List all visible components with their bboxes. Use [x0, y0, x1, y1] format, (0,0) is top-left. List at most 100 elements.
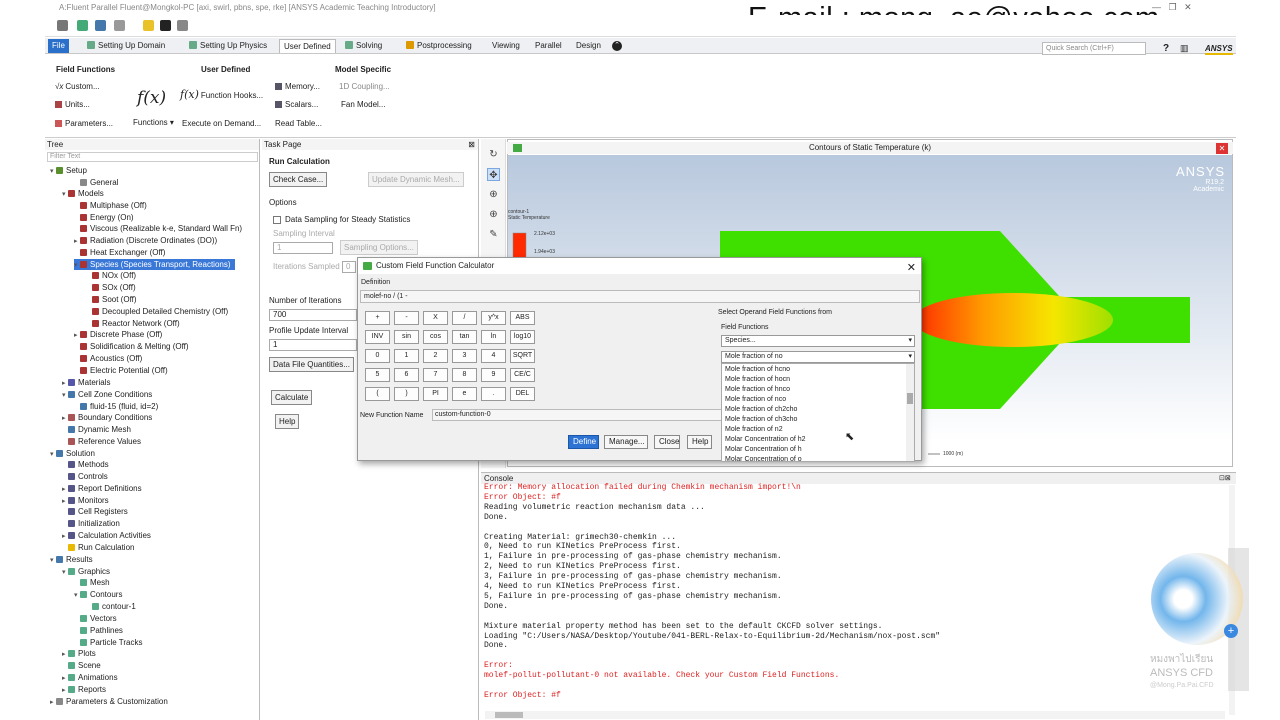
calc-key[interactable]: 1 [394, 349, 419, 363]
data-file-quantities-button[interactable]: Data File Quantities... [269, 357, 354, 372]
tab-file[interactable]: File [48, 39, 69, 53]
tab-setting-up-domain[interactable]: Setting Up Domain [83, 39, 169, 53]
sampling-options-button[interactable]: Sampling Options... [340, 240, 418, 255]
tree-node[interactable]: Viscous (Realizable k-e, Standard Wall F… [74, 223, 242, 234]
dialog-close-icon[interactable]: ✕ [907, 260, 916, 276]
calc-key[interactable]: CE/C [510, 368, 535, 382]
settings-icon[interactable] [177, 20, 188, 31]
listbox-scrollbar[interactable] [906, 364, 914, 461]
collapse-ribbon-icon[interactable]: ⌃ [612, 41, 622, 51]
define-button[interactable]: Define [568, 435, 599, 449]
pan-icon[interactable]: ✥ [487, 168, 500, 181]
calc-key[interactable]: ln [481, 330, 506, 344]
calc-key[interactable]: 0 [365, 349, 390, 363]
calc-key[interactable]: X [423, 311, 448, 325]
tab-postprocessing[interactable]: Postprocessing [402, 39, 476, 53]
calc-key[interactable]: 5 [365, 368, 390, 382]
calc-key[interactable]: ( [365, 387, 390, 401]
manage-button[interactable]: Manage... [604, 435, 648, 449]
iterations-input[interactable]: 700 [269, 309, 357, 321]
close-button[interactable]: Close [654, 435, 680, 449]
category-select[interactable]: Species... ▾ [721, 335, 915, 347]
operand-option[interactable]: Mole fraction of n2 [725, 425, 783, 435]
tree-node[interactable]: Solidification & Melting (Off) [74, 341, 189, 352]
calc-key[interactable]: tan [452, 330, 477, 344]
tree-node[interactable]: Multiphase (Off) [74, 200, 147, 211]
calculate-button[interactable]: Calculate [271, 390, 313, 405]
tab-solving[interactable]: Solving [341, 39, 386, 53]
operand-option[interactable]: Mole fraction of hocn [725, 375, 790, 385]
tab-design[interactable]: Design [572, 39, 605, 53]
zoom-box-icon[interactable]: ⊕ [487, 208, 500, 221]
quick-search-input[interactable]: Quick Search (Ctrl+F) [1042, 42, 1146, 55]
tree-node[interactable]: ▸ Parameters & Customization [50, 696, 168, 707]
tree-node[interactable]: NOx (Off) [86, 270, 136, 281]
calc-key[interactable]: 4 [481, 349, 506, 363]
sampling-interval-input[interactable]: 1 [273, 242, 333, 254]
tree-filter-input[interactable]: Filter Text [47, 152, 258, 162]
tree-node[interactable]: ▾ Results [50, 554, 93, 565]
parameters-button[interactable]: Parameters... [55, 119, 113, 128]
dialog-help-button[interactable]: Help [687, 435, 712, 449]
tree-node[interactable]: ▸ Report Definitions [62, 483, 142, 494]
tree-node[interactable]: ▸ Reports [62, 684, 106, 695]
calc-key[interactable]: 7 [423, 368, 448, 382]
tree-node[interactable]: Dynamic Mesh [62, 424, 131, 435]
units-button[interactable]: Units... [55, 100, 90, 109]
help-icon[interactable]: ? [1163, 43, 1169, 54]
console-hscrollbar[interactable] [485, 711, 1225, 719]
calc-key[interactable]: DEL [510, 387, 535, 401]
tab-parallel[interactable]: Parallel [531, 39, 566, 53]
calc-key[interactable]: 6 [394, 368, 419, 382]
custom-button[interactable]: √x Custom... [55, 82, 100, 91]
check-case-button[interactable]: Check Case... [269, 172, 328, 187]
tree-node[interactable]: fluid-15 (fluid, id=2) [74, 401, 158, 412]
tree-node[interactable]: Run Calculation [62, 542, 134, 553]
tree-node[interactable]: ▸ Boundary Conditions [62, 412, 152, 423]
calc-key[interactable]: 9 [481, 368, 506, 382]
tree-node[interactable]: Electric Potential (Off) [74, 365, 168, 376]
1d-coupling-button[interactable]: 1D Coupling... [339, 82, 390, 91]
gear-icon[interactable] [57, 20, 68, 31]
operand-option[interactable]: Mole fraction of nco [725, 395, 786, 405]
tree-node[interactable]: Vectors [74, 613, 117, 624]
calc-key[interactable]: log10 [510, 330, 535, 344]
calc-key[interactable]: ABS [510, 311, 535, 325]
function-select[interactable]: Mole fraction of no ▾ [721, 351, 915, 363]
operand-option[interactable]: Mole fraction of hnco [725, 385, 790, 395]
tree-node[interactable]: Particle Tracks [74, 637, 142, 648]
functions-fx-icon[interactable]: f(x) [137, 88, 166, 108]
tree-node[interactable]: ▾ Cell Zone Conditions [62, 389, 152, 400]
tree-node[interactable]: Reference Values [62, 436, 141, 447]
calc-key[interactable]: e [452, 387, 477, 401]
tree-node[interactable]: Initialization [62, 518, 120, 529]
scalars-button[interactable]: Scalars... [275, 100, 318, 109]
tree-node[interactable]: ▾ Species (Species Transport, Reactions) [74, 259, 235, 270]
print-icon[interactable] [114, 20, 125, 31]
update-dynamic-mesh-button[interactable]: Update Dynamic Mesh... [368, 172, 464, 187]
tree-node[interactable]: Scene [62, 660, 101, 671]
graphics-close-button[interactable]: ✕ [1216, 143, 1228, 154]
tree-node[interactable]: ▸ Discrete Phase (Off) [74, 329, 162, 340]
tree-node[interactable]: ▾ Setup [50, 165, 87, 176]
open-icon[interactable] [77, 20, 88, 31]
calc-key[interactable]: PI [423, 387, 448, 401]
operand-option[interactable]: Mole fraction of hcno [725, 365, 790, 375]
tree-node[interactable]: Heat Exchanger (Off) [74, 247, 165, 258]
profile-update-input[interactable]: 1 [269, 339, 357, 351]
tree-node[interactable]: ▸ Plots [62, 648, 96, 659]
tree-node[interactable]: contour-1 [86, 601, 136, 612]
calc-key[interactable]: . [481, 387, 506, 401]
tab-viewing[interactable]: Viewing [488, 39, 524, 53]
tree-node[interactable]: Controls [62, 471, 108, 482]
operand-option[interactable]: Molar Concentration of h2 [725, 435, 806, 445]
tab-user-defined[interactable]: User Defined [279, 39, 336, 53]
operand-option[interactable]: Molar Concentration of o [725, 455, 802, 465]
probe-icon[interactable]: ✎ [487, 228, 500, 241]
ansys-icon[interactable] [160, 20, 171, 31]
calc-key[interactable]: sin [394, 330, 419, 344]
save-icon[interactable] [95, 20, 106, 31]
tree-node[interactable]: ▾ Models [62, 188, 104, 199]
calc-key[interactable]: INV [365, 330, 390, 344]
lightning-icon[interactable] [143, 20, 154, 31]
